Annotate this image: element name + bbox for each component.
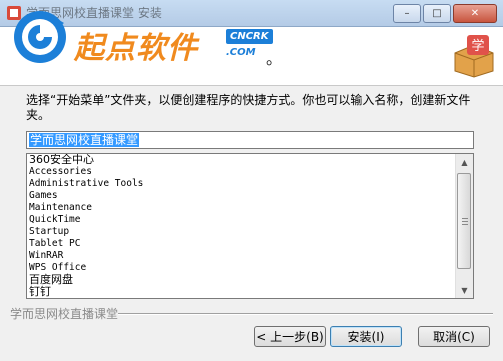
folder-name-value: 学而思网校直播课堂 (29, 133, 140, 147)
header-banner: 起点软件 CNCRK .COM 。 学 (0, 11, 503, 86)
list-item[interactable]: 百度网盘 (29, 274, 455, 286)
list-item[interactable]: 钉钉 (29, 286, 455, 298)
instruction-text: 选择“开始菜单”文件夹，以便创建程序的快捷方式。你也可以输入名称，创建新文件夹。 (26, 93, 471, 122)
list-item[interactable]: Maintenance (29, 202, 455, 214)
install-button[interactable]: 安装(I) (330, 326, 402, 347)
vertical-scrollbar[interactable]: ▲ ▼ (455, 154, 473, 298)
close-icon: ✕ (470, 8, 480, 19)
list-item[interactable]: Games (29, 190, 455, 202)
watermark-domain: .COM (226, 47, 256, 58)
package-glyph: 学 (471, 38, 484, 54)
maximize-button[interactable]: □ (423, 4, 451, 23)
list-item[interactable]: 360安全中心 (29, 154, 455, 166)
branding-text: 学而思网校直播课堂 (10, 307, 119, 321)
installer-window: 学而思网校直播课堂 安装 – □ ✕ 起点软件 CNCRK .COM 。 学 选… (0, 0, 503, 361)
grip-icon (462, 218, 468, 227)
back-button-label: < 上一步(B) (256, 330, 324, 344)
list-item[interactable]: Accessories (29, 166, 455, 178)
list-item[interactable]: WinRAR (29, 250, 455, 262)
watermark-text: 起点软件 (74, 31, 198, 66)
back-button[interactable]: < 上一步(B) (254, 326, 326, 347)
footer-divider (118, 313, 493, 315)
watermark-logo-icon (14, 11, 66, 63)
list-item[interactable]: Startup (29, 226, 455, 238)
close-button[interactable]: ✕ (453, 4, 497, 23)
folder-list-items: 360安全中心 Accessories Administrative Tools Ga… (29, 154, 455, 298)
watermark-suffix: 。 (266, 49, 283, 68)
scroll-down-icon[interactable]: ▼ (456, 282, 473, 298)
scroll-up-icon[interactable]: ▲ (456, 154, 473, 170)
maximize-icon: □ (432, 8, 442, 19)
folder-name-input[interactable]: 学而思网校直播课堂 (26, 131, 474, 149)
scrollbar-thumb[interactable] (457, 173, 471, 269)
cancel-button[interactable]: 取消(C) (418, 326, 490, 347)
caption-buttons: – □ ✕ (393, 4, 497, 23)
start-menu-folder-list[interactable]: 360安全中心 Accessories Administrative Tools Ga… (26, 153, 474, 299)
minimize-button[interactable]: – (393, 4, 421, 23)
minimize-icon: – (404, 8, 410, 19)
list-item[interactable]: Administrative Tools (29, 178, 455, 190)
cancel-button-label: 取消(C) (433, 330, 475, 344)
list-item[interactable]: WPS Office (29, 262, 455, 274)
list-item[interactable]: Tablet PC (29, 238, 455, 250)
install-button-label: 安装(I) (347, 330, 385, 344)
watermark-badge: CNCRK (226, 29, 273, 44)
installer-package-icon: 学 (454, 35, 494, 78)
list-item[interactable]: QuickTime (29, 214, 455, 226)
